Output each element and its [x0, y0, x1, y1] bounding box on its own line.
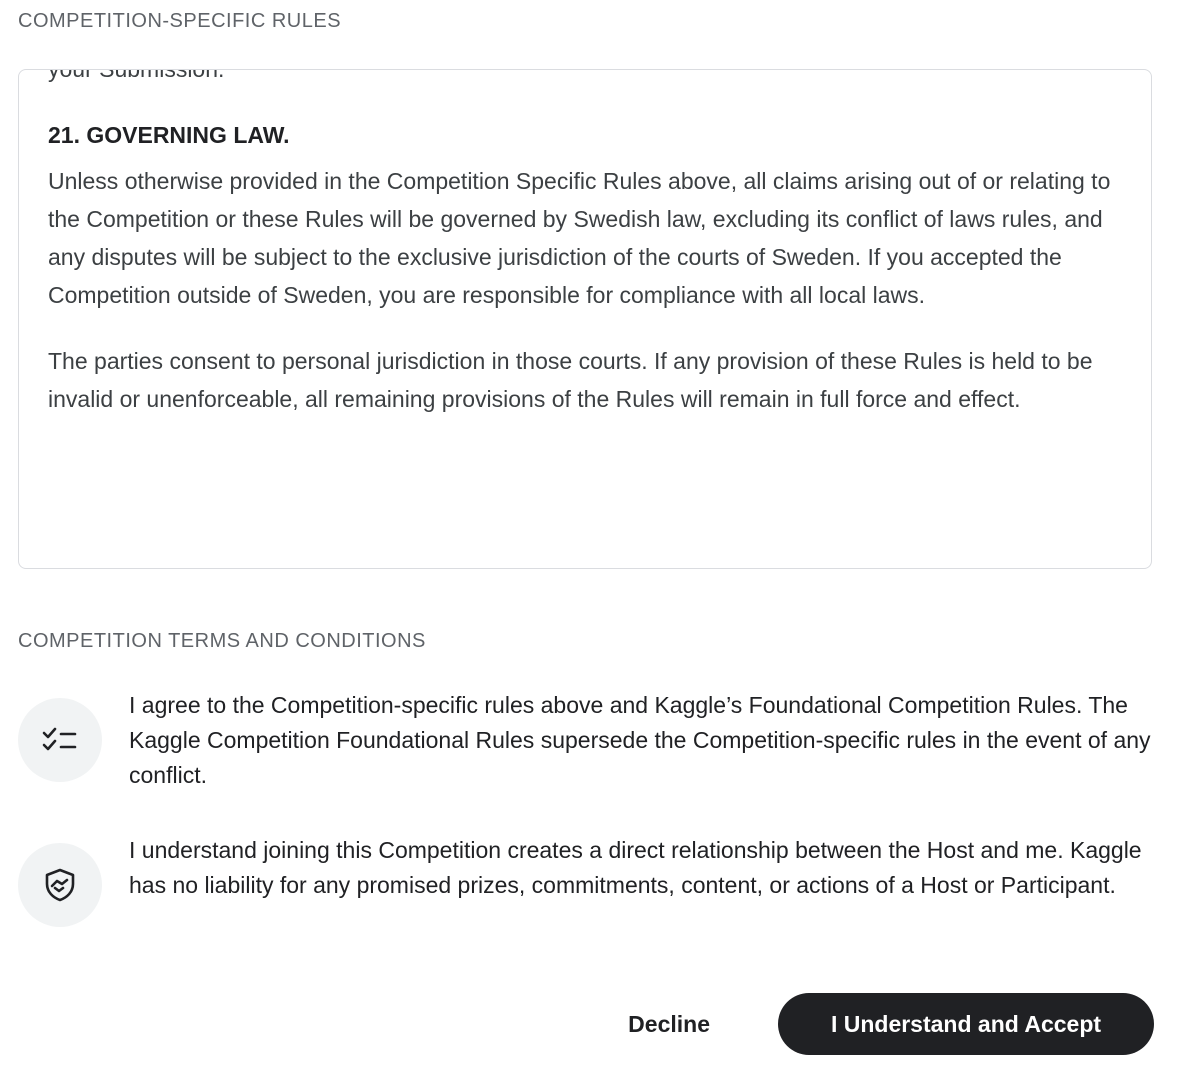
action-bar: Decline I Understand and Accept: [608, 993, 1154, 1055]
rules-paragraph: Unless otherwise provided in the Competi…: [48, 168, 1111, 308]
rules-paragraph: The parties consent to personal jurisdic…: [48, 348, 1093, 412]
term-text: I agree to the Competition-specific rule…: [129, 692, 1151, 788]
rules-clipped-text: your Submission.: [48, 69, 225, 82]
governing-law-heading: 21. GOVERNING LAW.: [48, 122, 290, 148]
checklist-icon: [18, 698, 102, 782]
term-text: I understand joining this Competition cr…: [129, 837, 1142, 898]
rules-scroll-box[interactable]: your Submission. 21. GOVERNING LAW. Unle…: [18, 69, 1152, 569]
rules-content: your Submission. 21. GOVERNING LAW. Unle…: [48, 69, 1121, 446]
terms-and-conditions-heading: COMPETITION TERMS AND CONDITIONS: [18, 630, 426, 652]
shield-handshake-icon: [18, 843, 102, 927]
decline-button[interactable]: Decline: [608, 993, 730, 1055]
accept-button[interactable]: I Understand and Accept: [778, 993, 1154, 1055]
competition-specific-rules-heading: COMPETITION-SPECIFIC RULES: [18, 10, 342, 32]
